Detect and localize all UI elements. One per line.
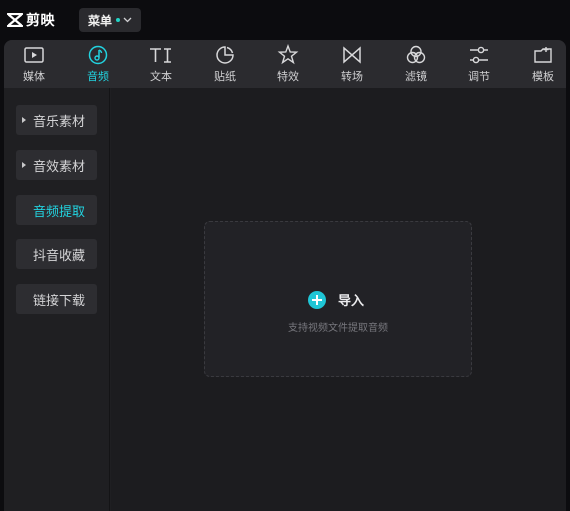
tab-template-label: 模板 [532, 70, 554, 83]
import-dropzone[interactable]: 导入 支持视频文件提取音频 [204, 221, 472, 377]
tab-adjust[interactable]: 调节 [457, 44, 501, 86]
app-name: 剪映 [26, 13, 55, 29]
sticker-icon [215, 44, 235, 66]
tab-audio-label: 音频 [87, 70, 109, 83]
effects-star-icon [277, 44, 299, 66]
chevron-down-icon [123, 17, 132, 23]
tab-media-label: 媒体 [23, 70, 45, 83]
tab-transition[interactable]: 转场 [330, 44, 374, 86]
notification-dot [116, 18, 121, 22]
adjust-sliders-icon [468, 44, 490, 66]
content-area: 导入 支持视频文件提取音频 [111, 88, 566, 511]
plus-circle-icon [308, 290, 326, 309]
sidebar-item-label: 抖音收藏 [33, 248, 86, 264]
tab-effects-label: 特效 [277, 70, 299, 83]
tab-text-label: 文本 [150, 70, 172, 83]
text-ti-icon [148, 44, 174, 66]
import-hint: 支持视频文件提取音频 [288, 323, 388, 334]
tab-filter[interactable]: 滤镜 [394, 44, 438, 86]
template-icon [532, 44, 554, 66]
media-play-icon [23, 44, 45, 66]
menu-label: 菜单 [88, 13, 113, 28]
expand-triangle-icon [22, 162, 26, 168]
sidebar-item-sound-effects[interactable]: 音效素材 [16, 150, 97, 180]
title-bar: 剪映 菜单 [0, 0, 570, 40]
expand-triangle-icon [22, 117, 26, 123]
tab-filter-label: 滤镜 [405, 70, 427, 83]
sidebar-item-label: 音乐素材 [33, 114, 86, 130]
audio-sidebar: 音乐素材 音效素材 音频提取 抖音收藏 链接下载 [4, 88, 110, 511]
sidebar-item-music-library[interactable]: 音乐素材 [16, 105, 97, 135]
tab-adjust-label: 调节 [468, 70, 490, 83]
main-panel: 媒体 音频 文本 贴纸 特效 转场 滤镜 调节 模板 音乐素材 音效素材 音频提… [4, 40, 566, 511]
tab-template[interactable]: 模板 [521, 44, 565, 86]
music-note-icon [87, 44, 109, 66]
category-toolbar: 媒体 音频 文本 贴纸 特效 转场 滤镜 调节 模板 [4, 40, 566, 88]
sidebar-item-link-download[interactable]: 链接下载 [16, 284, 97, 314]
sidebar-item-audio-extract[interactable]: 音频提取 [16, 195, 97, 225]
menu-button[interactable]: 菜单 [79, 8, 141, 32]
tab-text[interactable]: 文本 [139, 44, 183, 86]
import-button[interactable]: 导入 [308, 290, 364, 309]
tab-sticker[interactable]: 贴纸 [203, 44, 247, 86]
sidebar-item-label: 链接下载 [33, 293, 86, 309]
sidebar-item-douyin-favorites[interactable]: 抖音收藏 [16, 239, 97, 269]
import-label: 导入 [338, 294, 365, 309]
sidebar-item-label: 音频提取 [33, 204, 86, 220]
tab-sticker-label: 贴纸 [214, 70, 236, 83]
sidebar-item-label: 音效素材 [33, 159, 86, 175]
capcut-logo-icon [7, 13, 23, 27]
tab-effects[interactable]: 特效 [266, 44, 310, 86]
tab-media[interactable]: 媒体 [12, 44, 56, 86]
filter-circles-icon [405, 44, 427, 66]
app-logo: 剪映 [7, 10, 55, 30]
transition-bowtie-icon [341, 44, 363, 66]
tab-audio[interactable]: 音频 [76, 44, 120, 86]
tab-transition-label: 转场 [341, 70, 363, 83]
